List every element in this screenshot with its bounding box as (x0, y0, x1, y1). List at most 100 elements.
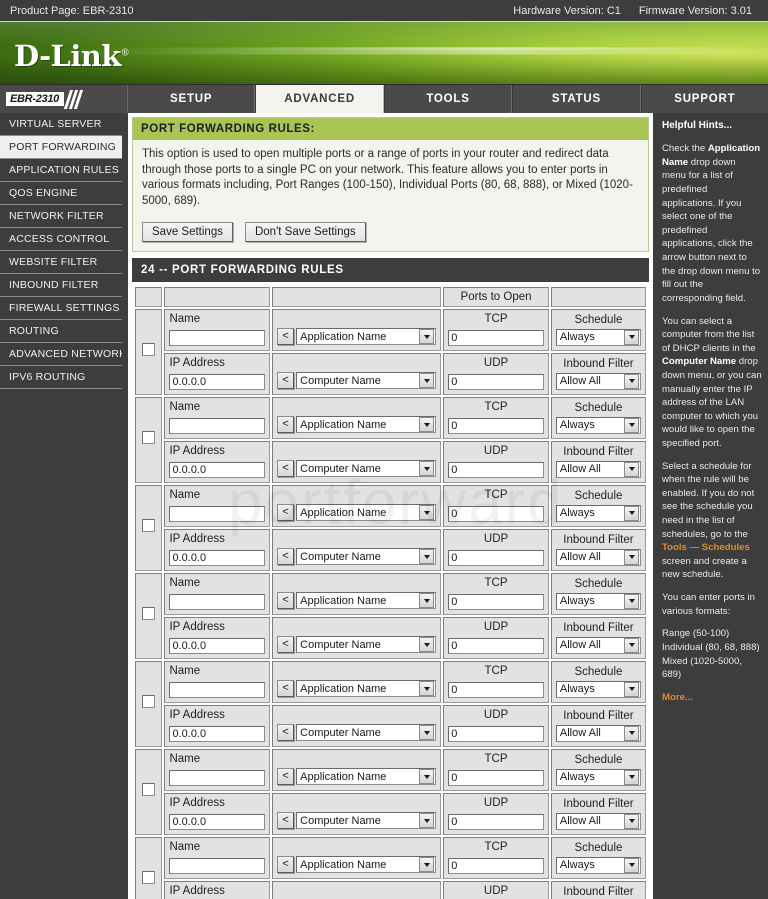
fill-arrow-button[interactable]: < (277, 548, 295, 566)
hints-more-link[interactable]: More... (662, 691, 762, 705)
rule-udp-input[interactable] (448, 814, 544, 831)
application-name-select[interactable]: Application Name (296, 768, 437, 786)
nav-tab-tools[interactable]: TOOLS (383, 85, 513, 113)
rule-name-input[interactable] (169, 682, 266, 699)
sidebar-item-port-forwarding[interactable]: PORT FORWARDING (0, 136, 122, 159)
schedule-select[interactable]: Always (555, 504, 641, 522)
fill-arrow-button[interactable]: < (277, 460, 295, 478)
rule-tcp-input[interactable] (448, 858, 544, 875)
sidebar-item-virtual-server[interactable]: VIRTUAL SERVER (0, 113, 122, 136)
rule-udp-input[interactable] (448, 726, 544, 743)
save-settings-button[interactable]: Save Settings (142, 222, 233, 243)
application-name-select[interactable]: Application Name (296, 856, 437, 874)
rule-name-input[interactable] (169, 418, 266, 435)
rule-enable-checkbox[interactable] (142, 431, 156, 445)
fill-arrow-button[interactable]: < (277, 768, 295, 786)
rule-tcp-input[interactable] (448, 770, 544, 787)
inbound-filter-select[interactable]: Allow All (555, 812, 641, 830)
rule-enable-checkbox[interactable] (142, 607, 156, 621)
schedule-select[interactable]: Always (555, 416, 641, 434)
computer-name-select[interactable]: Computer Name (296, 372, 437, 390)
model-name: EBR-2310 (6, 92, 64, 106)
fill-arrow-button[interactable]: < (277, 504, 295, 522)
sidebar-item-inbound-filter[interactable]: INBOUND FILTER (0, 274, 122, 297)
computer-name-select[interactable]: Computer Name (296, 548, 437, 566)
rule-name-group: Name (165, 398, 269, 438)
rule-udp-input[interactable] (448, 374, 544, 391)
rule-tcp-input[interactable] (448, 330, 544, 347)
inbound-filter-select[interactable]: Allow All (555, 636, 641, 654)
rule-ip-address-input[interactable] (169, 462, 266, 479)
rule-tcp-input[interactable] (448, 418, 544, 435)
sidebar-item-ipv6-routing[interactable]: IPV6 ROUTING (0, 366, 122, 389)
schedule-select[interactable]: Always (555, 768, 641, 786)
rule-name-input[interactable] (169, 594, 266, 611)
application-name-select[interactable]: Application Name (296, 680, 437, 698)
rule-tcp-input[interactable] (448, 506, 544, 523)
rule-udp-cell: UDP (443, 793, 549, 836)
fill-arrow-button[interactable]: < (277, 636, 295, 654)
sidebar-item-application-rules[interactable]: APPLICATION RULES (0, 159, 122, 182)
sidebar-item-access-control[interactable]: ACCESS CONTROL (0, 228, 122, 251)
computer-name-select[interactable]: Computer Name (296, 812, 437, 830)
fill-arrow-button[interactable]: < (277, 680, 295, 698)
rule-udp-input[interactable] (448, 550, 544, 567)
rule-enable-checkbox[interactable] (142, 783, 156, 797)
hint-link-tools-schedules[interactable]: Tools — Schedules (662, 542, 750, 553)
application-name-select[interactable]: Application Name (296, 328, 437, 346)
rules-header-cell-0 (135, 287, 163, 308)
computer-name-select[interactable]: Computer Name (296, 460, 437, 478)
sidebar-item-network-filter[interactable]: NETWORK FILTER (0, 205, 122, 228)
inbound-filter-select[interactable]: Allow All (555, 724, 641, 742)
chevron-down-icon (419, 417, 435, 433)
schedule-select[interactable]: Always (555, 328, 641, 346)
rule-ip-address-input[interactable] (169, 550, 266, 567)
application-name-select-row: < Application Name (277, 856, 437, 874)
sidebar-item-advanced-network[interactable]: ADVANCED NETWORK (0, 343, 122, 366)
rule-enable-checkbox[interactable] (142, 343, 156, 357)
schedule-select[interactable]: Always (555, 592, 641, 610)
nav-tab-support[interactable]: SUPPORT (640, 85, 768, 113)
application-name-select[interactable]: Application Name (296, 592, 437, 610)
rule-ip-address-input[interactable] (169, 374, 266, 391)
fill-arrow-button[interactable]: < (277, 372, 295, 390)
inbound-filter-select[interactable]: Allow All (555, 372, 641, 390)
dont-save-settings-button[interactable]: Don't Save Settings (244, 222, 366, 243)
fill-arrow-button[interactable]: < (277, 812, 295, 830)
sidebar-item-website-filter[interactable]: WEBSITE FILTER (0, 251, 122, 274)
inbound-filter-select[interactable]: Allow All (555, 548, 641, 566)
schedule-select[interactable]: Always (555, 680, 641, 698)
rule-udp-input[interactable] (448, 462, 544, 479)
nav-tab-advanced[interactable]: ADVANCED (255, 85, 384, 113)
rule-ip-address-input[interactable] (169, 726, 266, 743)
rule-ip-address-input[interactable] (169, 814, 266, 831)
rule-udp-input[interactable] (448, 638, 544, 655)
fill-arrow-button[interactable]: < (277, 592, 295, 610)
application-name-select[interactable]: Application Name (296, 416, 437, 434)
rule-name-input[interactable] (169, 330, 266, 347)
fill-arrow-button[interactable]: < (277, 724, 295, 742)
fill-arrow-button[interactable]: < (277, 328, 295, 346)
rule-name-input[interactable] (169, 770, 266, 787)
schedule-select[interactable]: Always (555, 856, 641, 874)
computer-name-select[interactable]: Computer Name (296, 636, 437, 654)
computer-name-select[interactable]: Computer Name (296, 724, 437, 742)
rule-tcp-input[interactable] (448, 682, 544, 699)
nav-tab-setup[interactable]: SETUP (128, 85, 256, 113)
sidebar-item-routing[interactable]: ROUTING (0, 320, 122, 343)
rule-ip-address-input[interactable] (169, 638, 266, 655)
rule-name-input[interactable] (169, 858, 266, 875)
inbound-filter-select[interactable]: Allow All (555, 460, 641, 478)
fill-arrow-button[interactable]: < (277, 856, 295, 874)
rule-enable-checkbox[interactable] (142, 695, 156, 709)
nav-tab-status[interactable]: STATUS (512, 85, 641, 113)
rule-name-input[interactable] (169, 506, 266, 523)
rule-enable-checkbox[interactable] (142, 519, 156, 533)
rule-tcp-input[interactable] (448, 594, 544, 611)
schedule-select-value: Always (559, 507, 595, 520)
sidebar-item-firewall-settings[interactable]: FIREWALL SETTINGS (0, 297, 122, 320)
fill-arrow-button[interactable]: < (277, 416, 295, 434)
sidebar-item-qos-engine[interactable]: QOS ENGINE (0, 182, 122, 205)
rule-enable-checkbox[interactable] (142, 871, 156, 885)
application-name-select[interactable]: Application Name (296, 504, 437, 522)
